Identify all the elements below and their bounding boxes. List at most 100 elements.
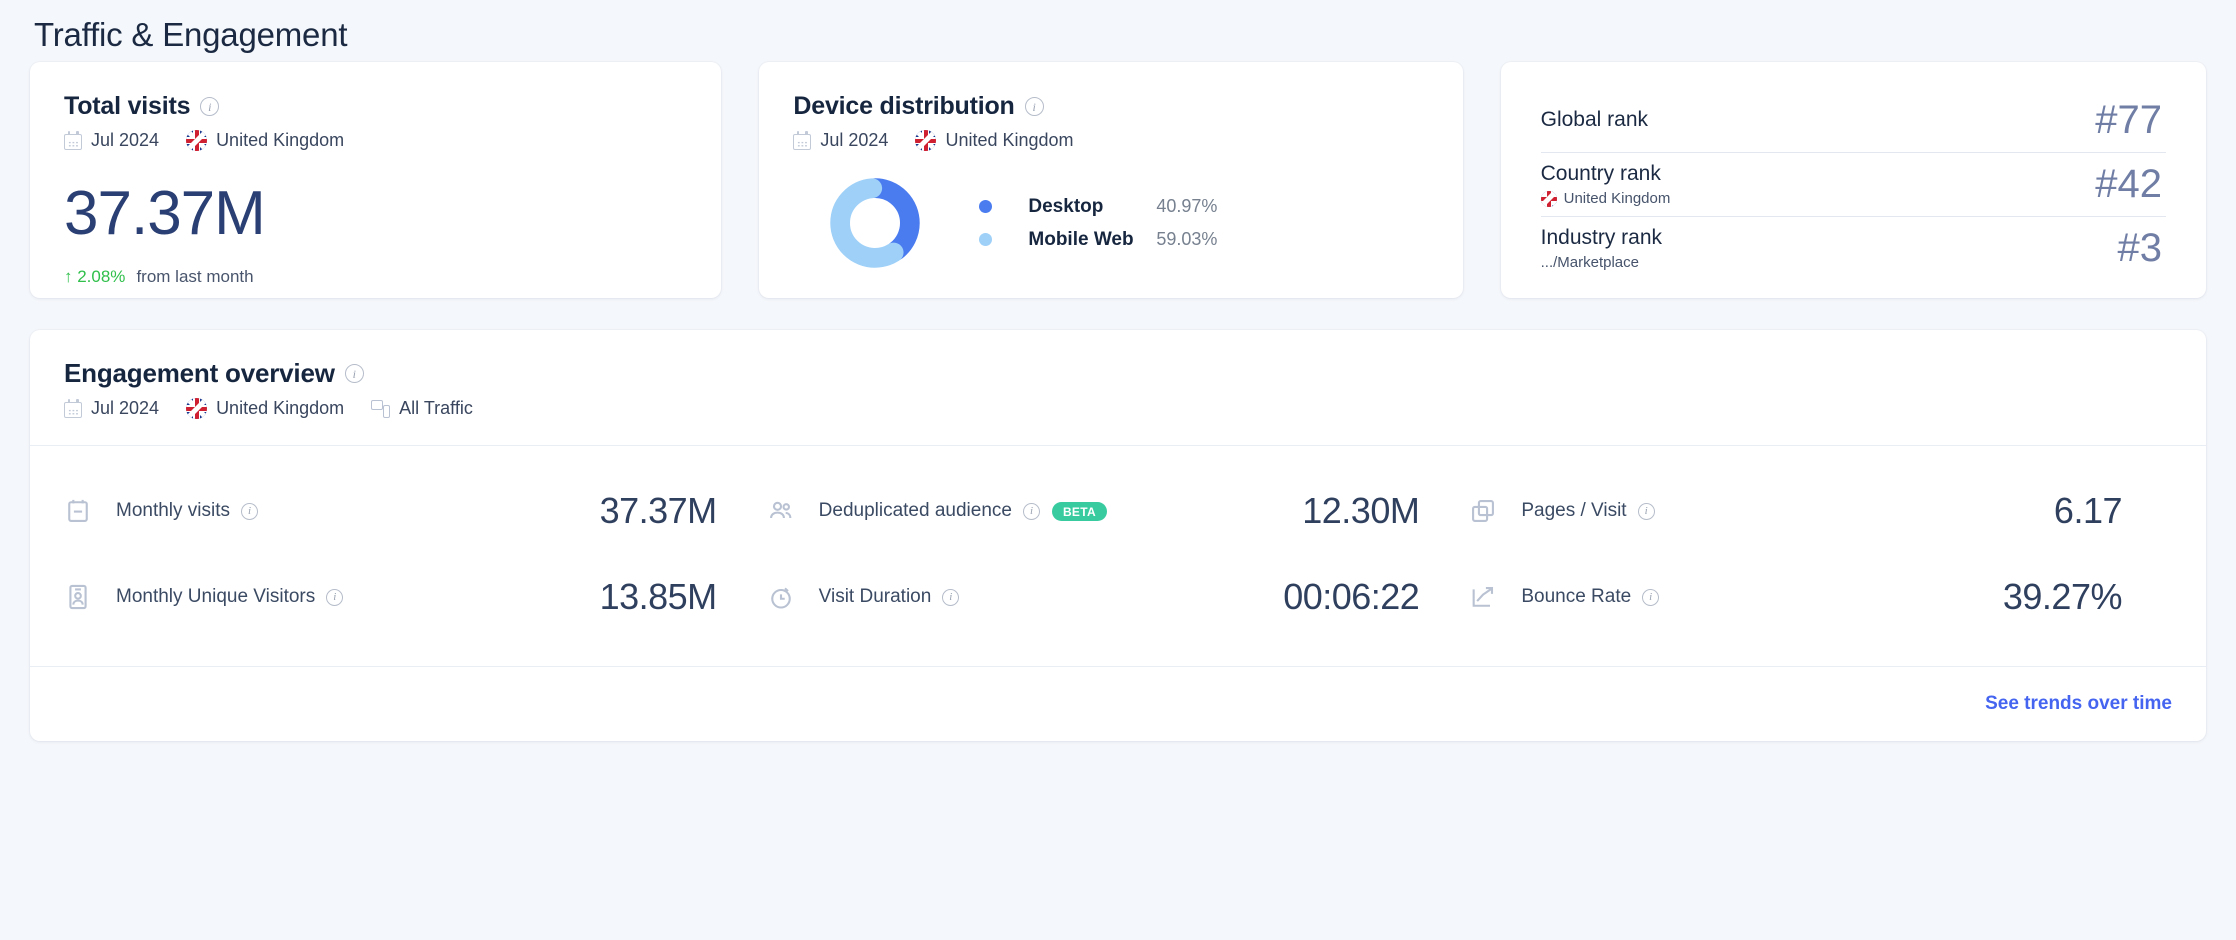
calendar-icon: [64, 399, 82, 418]
legend-label: Mobile Web: [1028, 228, 1134, 250]
metric-value: 12.30M: [1302, 490, 1420, 531]
metric-value: 6.17: [2053, 490, 2123, 531]
legend-percent: 40.97%: [1156, 196, 1218, 216]
total-visits-header: Total visits i: [64, 92, 687, 121]
metric-label: Monthly visits: [116, 500, 231, 521]
metric-value: 37.37M: [599, 490, 718, 531]
rank-left: Industry rank .../Marketplace: [1541, 226, 1662, 271]
info-icon[interactable]: i: [1642, 588, 1660, 606]
stopwatch-icon: [770, 587, 791, 609]
pages-stack-icon: [1472, 500, 1495, 522]
metric-monthly-unique-visitors: Monthly Unique Visitors i 13.85M: [64, 554, 767, 640]
device-distribution-card: Device distribution i Jul 2024 United Ki…: [759, 62, 1463, 298]
legend-item: Mobile Web 59.03%: [979, 229, 1217, 251]
rank-label: Country rank: [1540, 162, 1661, 185]
legend-dot-mobile-web: [979, 233, 993, 246]
device-distribution-title: Device distribution: [793, 92, 1015, 120]
rank-row-global: Global rank #77: [1541, 88, 2166, 152]
rank-sub: United Kingdom: [1540, 190, 1671, 207]
engagement-header: Engagement overview i Jul 2024 United Ki…: [30, 330, 2206, 445]
delta-label: from last month: [136, 267, 254, 286]
engagement-footer: See trends over time: [30, 666, 2206, 741]
metric-label: Monthly Unique Visitors: [116, 586, 316, 607]
rank-value: #42: [2095, 162, 2162, 206]
uk-flag-icon: [915, 130, 937, 151]
total-visits-meta: Jul 2024 United Kingdom: [64, 130, 687, 151]
info-icon[interactable]: i: [1022, 502, 1040, 520]
legend-item: Desktop 40.97%: [979, 196, 1217, 218]
metric-deduplicated-audience: Deduplicated audience i BETA 12.30M: [767, 468, 1470, 554]
rank-left: Global rank: [1541, 108, 1648, 132]
beta-badge: BETA: [1051, 501, 1107, 521]
engagement-country: United Kingdom: [216, 398, 345, 418]
bounce-arrow-icon: [1472, 586, 1494, 607]
legend-percent: 59.03%: [1156, 229, 1218, 249]
id-badge-icon: [69, 584, 87, 610]
legend-dot-desktop: [979, 200, 993, 213]
metric-value: 00:06:22: [1283, 576, 1420, 617]
rank-value: #77: [2095, 97, 2162, 142]
traffic-engagement-page: Traffic & Engagement Total visits i Jul …: [0, 0, 2236, 940]
uk-flag-icon: [186, 398, 208, 419]
rank-list: Global rank #77 Country rank United King…: [1540, 88, 2166, 280]
rank-sub-label: United Kingdom: [1563, 190, 1671, 207]
total-visits-country: United Kingdom: [216, 130, 345, 150]
metric-label: Bounce Rate: [1521, 586, 1632, 607]
rank-left: Country rank United Kingdom: [1540, 162, 1671, 207]
engagement-traffic-filter: All Traffic: [399, 398, 473, 418]
engagement-overview-card: Engagement overview i Jul 2024 United Ki…: [30, 330, 2206, 741]
rank-row-country: Country rank United Kingdom #42: [1540, 152, 2166, 216]
uk-flag-icon: [1540, 190, 1557, 207]
info-icon[interactable]: i: [344, 364, 364, 383]
device-distribution-header: Device distribution i: [793, 92, 1428, 121]
page-title: Traffic & Engagement: [34, 16, 348, 53]
calendar-icon: [793, 131, 812, 150]
metric-label: Deduplicated audience: [818, 500, 1012, 521]
metric-value: 39.27%: [2002, 576, 2123, 617]
device-distribution-meta: Jul 2024 United Kingdom: [793, 130, 1428, 151]
info-icon[interactable]: i: [942, 588, 960, 606]
metric-pages-per-visit: Pages / Visit i 6.17: [1469, 468, 2172, 554]
device-country: United Kingdom: [945, 130, 1074, 150]
delta-up-value: ↑ 2.08%: [64, 267, 126, 286]
total-visits-title: Total visits: [64, 92, 191, 120]
calendar-icon: [64, 131, 82, 150]
metric-label: Pages / Visit: [1521, 500, 1627, 521]
total-visits-value: 37.37M: [64, 179, 266, 248]
people-icon: [769, 501, 792, 519]
total-visits-period: Jul 2024: [91, 130, 160, 150]
see-trends-over-time-link[interactable]: See trends over time: [1985, 693, 2172, 715]
top-cards-row: Total visits i Jul 2024 United Kingdom 3…: [30, 62, 2206, 298]
uk-flag-icon: [186, 130, 208, 151]
legend-label: Desktop: [1028, 195, 1104, 217]
engagement-title: Engagement overview: [64, 358, 335, 388]
device-donut-chart: [830, 178, 921, 268]
devices-icon: [371, 399, 391, 418]
total-visits-delta-row: ↑ 2.08% from last month: [64, 267, 687, 287]
ranks-card: Global rank #77 Country rank United King…: [1500, 62, 2206, 298]
rank-sub: .../Marketplace: [1541, 254, 1662, 271]
metric-bounce-rate: Bounce Rate i 39.27%: [1469, 554, 2172, 640]
engagement-period: Jul 2024: [91, 398, 160, 418]
info-icon[interactable]: i: [1637, 502, 1655, 520]
info-icon[interactable]: i: [200, 97, 220, 116]
metric-label: Visit Duration: [818, 586, 932, 607]
engagement-title-row: Engagement overview i: [64, 358, 2172, 389]
metric-visit-duration: Visit Duration i 00:06:22: [767, 554, 1470, 640]
metric-monthly-visits: Monthly visits i 37.37M: [64, 468, 767, 554]
metric-value: 13.85M: [599, 576, 718, 617]
total-visits-card: Total visits i Jul 2024 United Kingdom 3…: [30, 62, 722, 298]
calendar-clipboard-icon: [68, 499, 88, 522]
engagement-meta: Jul 2024 United Kingdom All Traffic: [64, 398, 2172, 419]
rank-sub-label: .../Marketplace: [1540, 254, 1639, 271]
engagement-metrics-grid: Monthly visits i 37.37M Deduplicated aud…: [30, 446, 2206, 666]
info-icon[interactable]: i: [326, 588, 344, 606]
device-legend: Desktop 40.97% Mobile Web 59.03%: [979, 196, 1217, 251]
rank-label: Global rank: [1540, 108, 1649, 131]
device-distribution-body: Desktop 40.97% Mobile Web 59.03%: [793, 177, 1428, 269]
rank-label: Industry rank: [1540, 226, 1663, 249]
info-icon[interactable]: i: [241, 502, 259, 520]
rank-row-industry: Industry rank .../Marketplace #3: [1540, 216, 2166, 280]
device-period: Jul 2024: [820, 130, 889, 150]
info-icon[interactable]: i: [1024, 97, 1044, 116]
